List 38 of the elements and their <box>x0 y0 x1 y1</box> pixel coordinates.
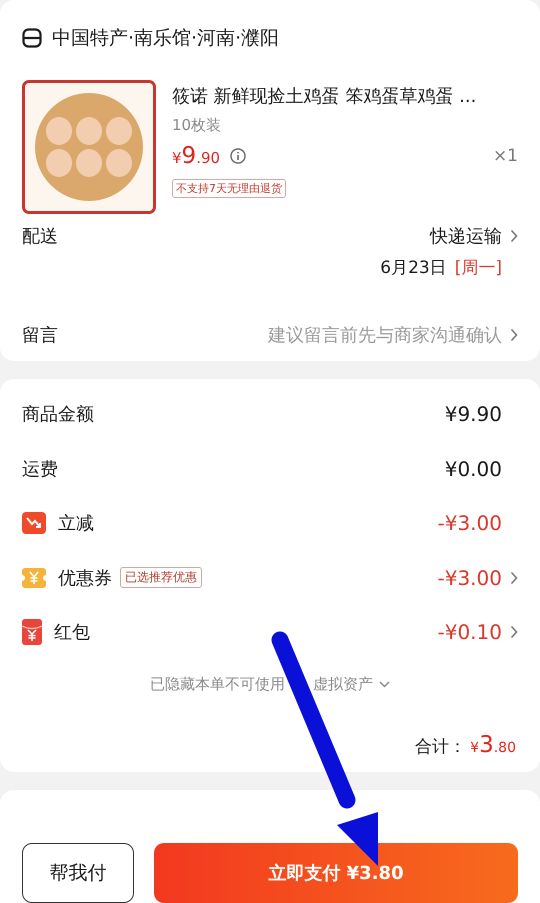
fee-amount: -¥3.00 <box>438 511 502 536</box>
info-icon[interactable] <box>230 148 246 164</box>
message-label: 留言 <box>22 324 58 347</box>
delivery-weekday: [周一] <box>454 257 502 279</box>
store-icon <box>22 28 42 48</box>
product-title[interactable]: 筱诺 新鲜现捡土鸡蛋 笨鸡蛋草鸡蛋 ... <box>172 84 518 108</box>
fee-amount: ¥0.00 <box>444 456 502 481</box>
fee-label: 运费 <box>22 458 58 481</box>
delivery-date: 6月23日 <box>380 257 447 279</box>
coupon-icon <box>22 568 46 588</box>
pay-now-button[interactable]: 立即支付 ¥3.80 <box>154 843 518 903</box>
product-price: ¥9.90 <box>172 143 220 169</box>
quantity: ×1 <box>492 146 518 166</box>
coupon-tag: 已选推荐优惠 <box>120 567 202 588</box>
hidden-assets-text[interactable]: 已隐藏本单不可使用 <box>150 675 285 694</box>
fee-amount: -¥3.00 <box>438 566 502 590</box>
delivery-method[interactable]: 快递运输 <box>430 224 502 248</box>
chevron-icon[interactable] <box>510 625 518 640</box>
fee-label: 立减 <box>58 512 94 536</box>
return-policy-badge: 不支持7天无理由退货 <box>172 179 286 198</box>
fee-amount: ¥9.90 <box>444 402 502 426</box>
chevron-icon[interactable] <box>510 229 518 243</box>
chevron-down-icon[interactable] <box>379 681 390 688</box>
total-label: 合计： <box>415 736 466 758</box>
fee-label: 优惠券 <box>58 566 112 590</box>
fee-label: 红包 <box>54 621 90 644</box>
total-amount: ¥3.80 <box>470 732 516 758</box>
store-name[interactable]: 中国特产·南乐馆·河南·濮阳 <box>52 25 280 51</box>
chevron-icon[interactable] <box>510 328 518 342</box>
chevron-icon[interactable] <box>510 570 518 585</box>
product-spec: 10枚装 <box>172 116 222 135</box>
down-trend-icon <box>22 512 46 534</box>
fee-amount: -¥0.10 <box>438 620 502 644</box>
envelope-icon <box>22 619 42 646</box>
hidden-assets-text[interactable]: 虚拟资产 <box>313 675 373 694</box>
delivery-label: 配送 <box>22 225 58 248</box>
fee-label: 商品金额 <box>22 403 94 426</box>
help-me-pay-button[interactable]: 帮我付 <box>22 843 134 903</box>
